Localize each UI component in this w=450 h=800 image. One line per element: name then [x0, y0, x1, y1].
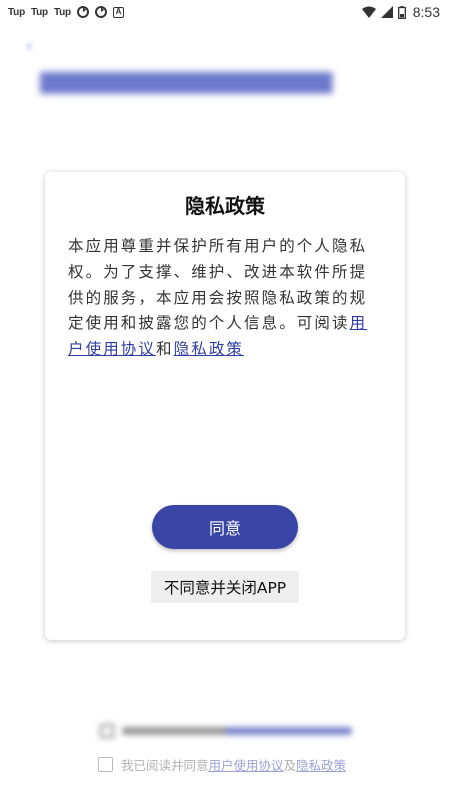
notification-tup-icon: Tup [8, 6, 25, 18]
consent-privacy-policy-link[interactable]: 隐私政策 [296, 758, 346, 773]
notification-icons: Tup Tup Tup A [8, 6, 124, 18]
consent-user-agreement-link[interactable]: 用户使用协议 [209, 758, 284, 773]
privacy-policy-link[interactable]: 隐私政策 [174, 340, 244, 358]
consent-text: 我已阅读并同意用户使用协议及隐私政策 [121, 755, 346, 774]
notification-tup-icon: Tup [53, 6, 71, 18]
signal-icon [380, 6, 393, 18]
battery-icon [397, 5, 406, 19]
dialog-body: 本应用尊重并保护所有用户的个人隐私权。为了支撑、维护、改进本软件所提供的服务，本… [68, 234, 368, 363]
blurred-checkbox [100, 724, 114, 738]
blurred-consent-text [122, 727, 352, 735]
and-text: 和 [156, 340, 174, 359]
back-arrow-icon: ‹ [26, 36, 33, 55]
blurred-consent-row [100, 722, 352, 740]
wifi-icon [361, 6, 376, 18]
privacy-dialog: 隐私政策 本应用尊重并保护所有用户的个人隐私权。为了支撑、维护、改进本软件所提供… [45, 172, 405, 640]
agree-button[interactable]: 同意 [152, 505, 298, 549]
blurred-page-title: ████████████████████ [40, 72, 333, 94]
sync-icon [76, 6, 89, 18]
consent-row: 我已阅读并同意用户使用协议及隐私政策 [98, 755, 346, 773]
status-bar: Tup Tup Tup A 8:53 [0, 0, 450, 24]
a-app-icon: A [112, 6, 124, 18]
dialog-body-text: 本应用尊重并保护所有用户的个人隐私权。为了支撑、维护、改进本软件所提供的服务，本… [68, 237, 368, 333]
system-status: 8:53 [361, 0, 440, 24]
consent-checkbox[interactable] [98, 756, 113, 772]
consent-prefix: 我已阅读并同意 [121, 757, 209, 773]
consent-and-text: 及 [283, 757, 297, 773]
clock: 8:53 [412, 4, 440, 20]
dialog-title: 隐私政策 [185, 194, 265, 218]
sync-icon [94, 6, 107, 18]
disagree-close-button[interactable]: 不同意并关闭APP [151, 571, 299, 603]
notification-tup-icon: Tup [30, 6, 48, 18]
